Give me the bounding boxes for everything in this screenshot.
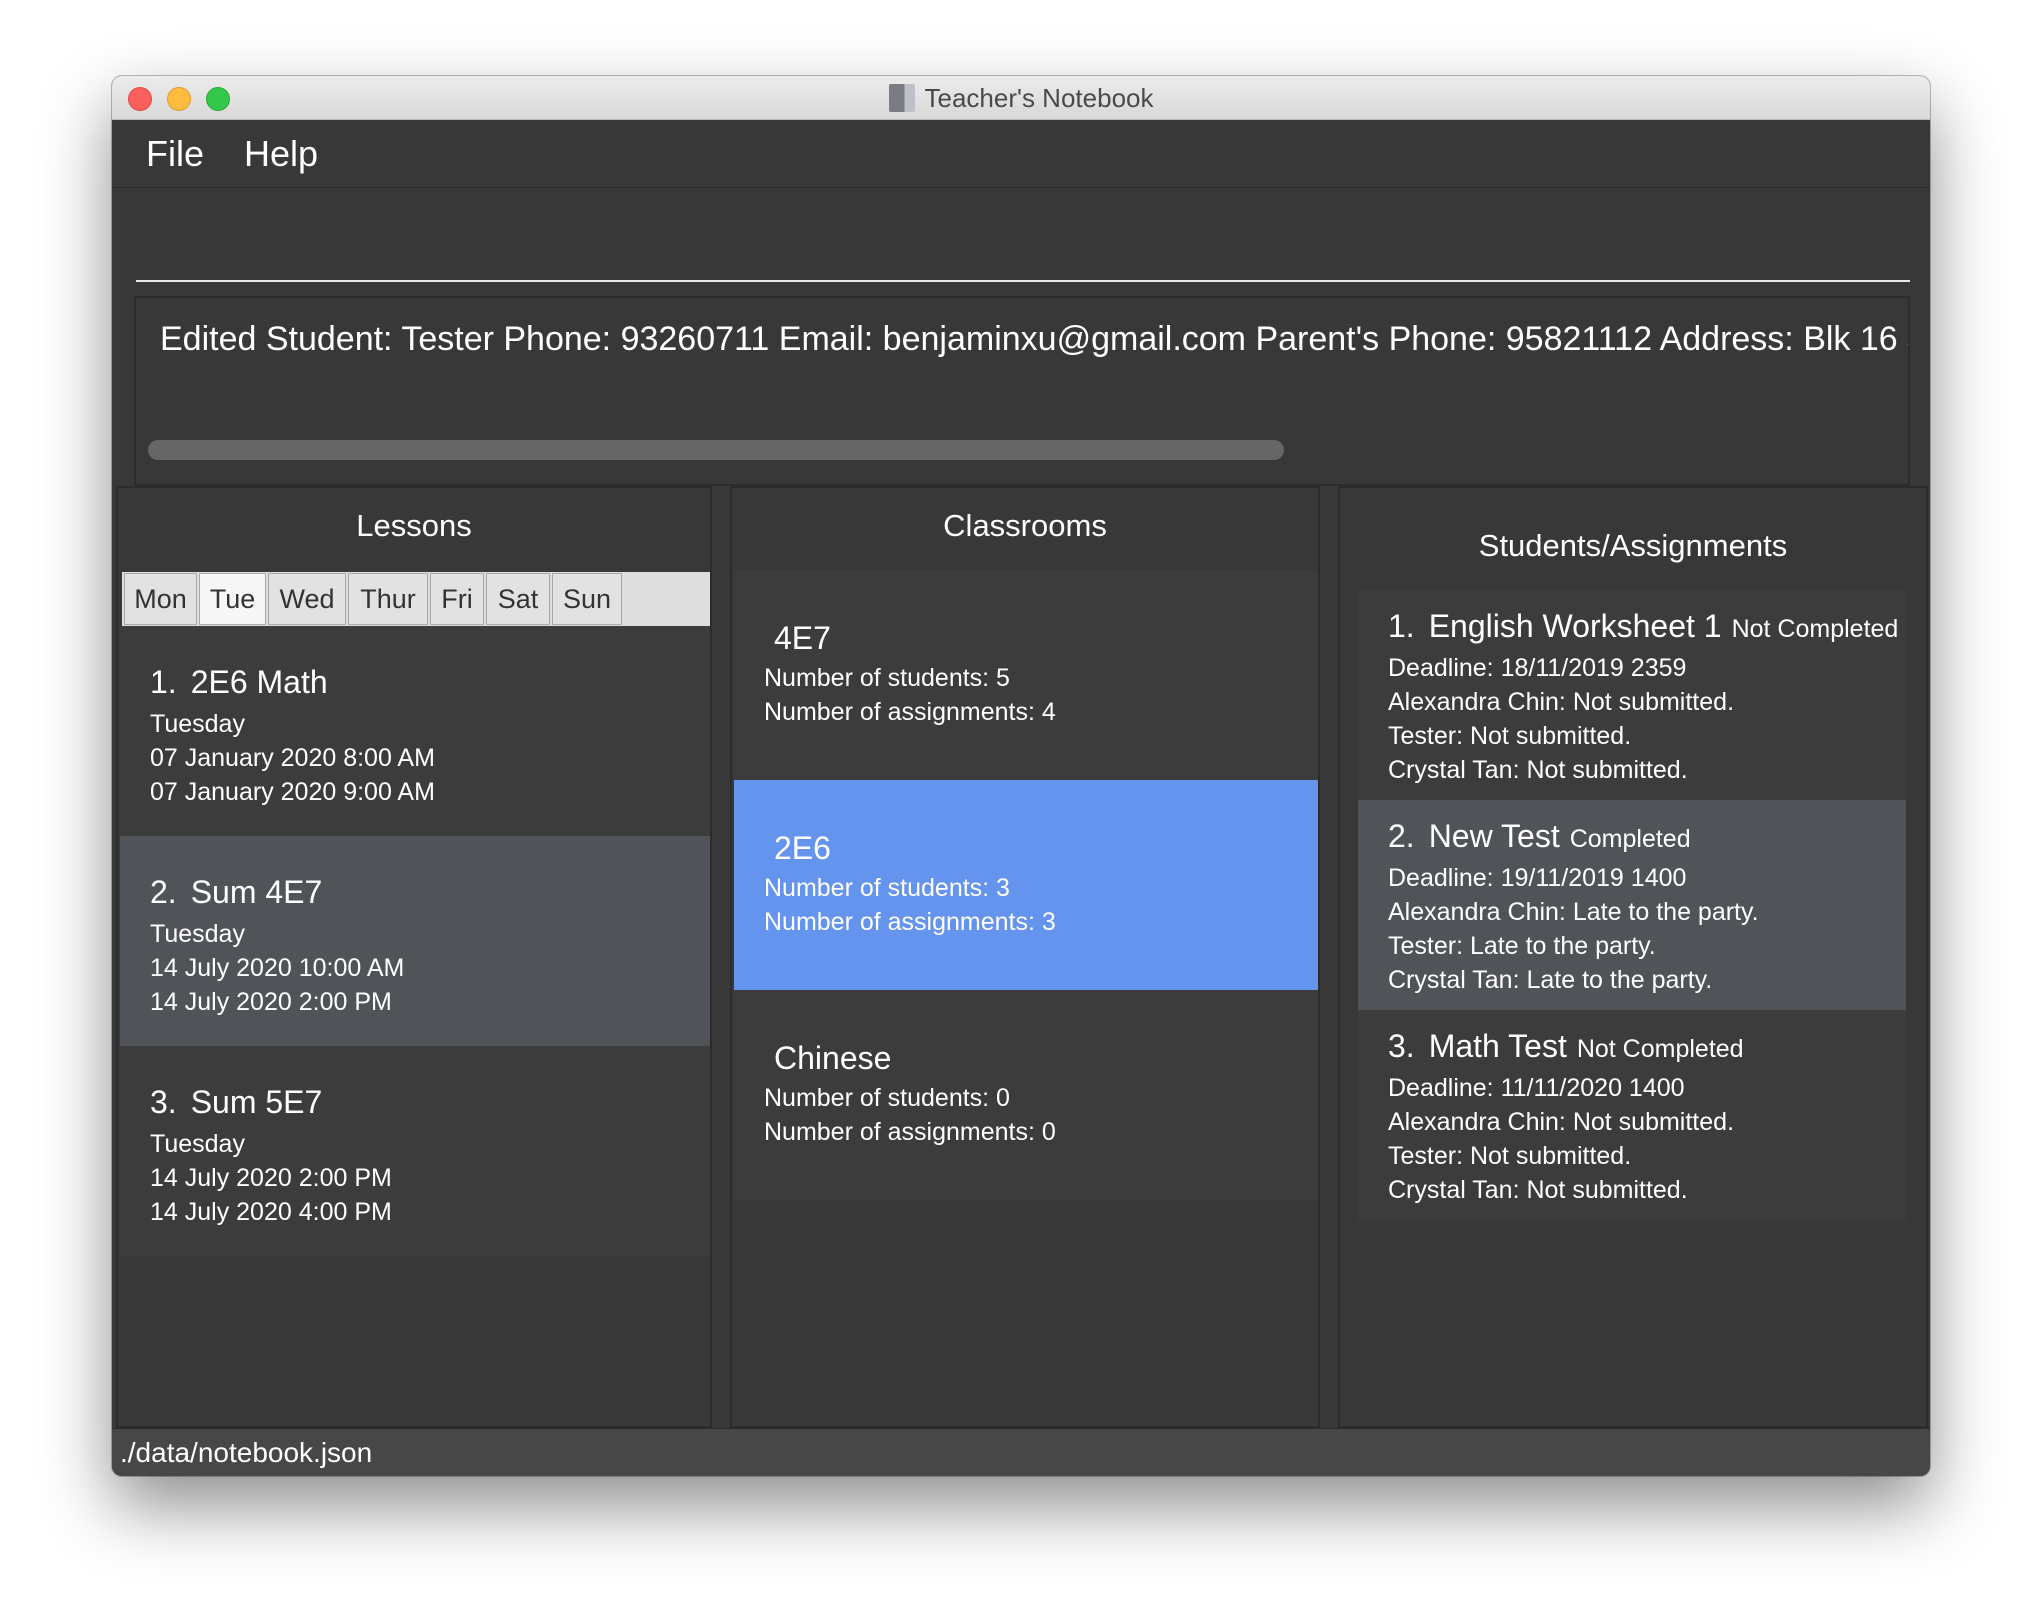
classroom-assignments: Number of assignments: 0 — [764, 1118, 1056, 1146]
assignment-card[interactable]: 3. Math Test Not Completed Deadline: 11/11… — [1358, 1010, 1906, 1220]
assignment-title: 1. English Worksheet 1 Not Completed — [1388, 608, 1898, 645]
assignment-deadline: Deadline: 11/11/2020 1400 — [1388, 1074, 1685, 1102]
classroom-card[interactable]: Chinese Number of students: 0 Number of … — [734, 990, 1318, 1200]
assignment-name: Math Test — [1428, 1028, 1567, 1064]
tab-wed[interactable]: Wed — [268, 573, 346, 625]
assignment-name: New Test — [1428, 818, 1560, 854]
lesson-name: Sum 5E7 — [190, 1084, 323, 1120]
assignment-title: 2. New Test Completed — [1388, 818, 1876, 855]
lesson-index: 3. — [150, 1084, 177, 1120]
lesson-name: Sum 4E7 — [190, 874, 323, 910]
menu-bar: File Help — [112, 120, 1930, 188]
lesson-title: 2. Sum 4E7 — [150, 874, 680, 911]
lesson-card[interactable]: 2. Sum 4E7 Tuesday 14 July 2020 10:00 AM … — [120, 836, 710, 1046]
menu-help[interactable]: Help — [244, 133, 318, 175]
submission-line: Tester: Not submitted. — [1388, 722, 1632, 750]
lesson-day: Tuesday — [150, 710, 245, 738]
submission-line: Tester: Late to the party. — [1388, 932, 1656, 960]
command-input[interactable] — [136, 196, 1910, 286]
lesson-index: 2. — [150, 874, 177, 910]
menu-file[interactable]: File — [146, 133, 204, 175]
lesson-day: Tuesday — [150, 920, 245, 948]
lessons-panel: Lessons Mon Tue Wed Thur Fri Sat Sun 1. 2… — [116, 486, 712, 1428]
submission-line: Alexandra Chin: Late to the party. — [1388, 898, 1759, 926]
tab-tue[interactable]: Tue — [199, 573, 266, 625]
tab-mon[interactable]: Mon — [124, 573, 197, 625]
classroom-name: Chinese — [774, 1040, 892, 1076]
classroom-assignments: Number of assignments: 4 — [764, 698, 1056, 726]
assignment-index: 1. — [1388, 608, 1415, 644]
data-file-path: ./data/notebook.json — [120, 1436, 373, 1468]
result-message: Edited Student: Tester Phone: 93260711 E… — [160, 320, 1910, 358]
notebook-app-icon — [888, 84, 915, 112]
assignment-status: Not Completed — [1576, 1035, 1744, 1063]
submission-line: Alexandra Chin: Not submitted. — [1388, 1108, 1735, 1136]
app-window: Teacher's Notebook File Help Edited Stud… — [112, 76, 1930, 1476]
command-input-underline — [136, 280, 1910, 282]
classrooms-panel: Classrooms 4E7 Number of students: 5 Num… — [730, 486, 1320, 1428]
assignment-status: Completed — [1569, 825, 1691, 853]
lesson-start: 07 January 2020 8:00 AM — [150, 744, 435, 772]
lesson-card[interactable]: 3. Sum 5E7 Tuesday 14 July 2020 2:00 PM 1… — [120, 1046, 710, 1256]
status-bar: ./data/notebook.json — [112, 1428, 1930, 1476]
students-assignments-title: Students/Assignments — [1478, 528, 1788, 563]
students-assignments-panel: Students/Assignments 1. English Worksheet… — [1338, 486, 1928, 1428]
classroom-name: 2E6 — [774, 830, 831, 866]
assignment-name: English Worksheet 1 — [1428, 608, 1722, 644]
classrooms-title: Classrooms — [943, 508, 1107, 543]
classroom-card-selected[interactable]: 2E6 Number of students: 3 Number of assi… — [734, 780, 1318, 990]
assignment-card[interactable]: 2. New Test Completed Deadline: 19/11/2019… — [1358, 800, 1906, 1010]
assignment-status: Not Completed — [1731, 615, 1899, 643]
tab-sat[interactable]: Sat — [486, 573, 550, 625]
submission-line: Crystal Tan: Late to the party. — [1388, 966, 1713, 994]
day-tabs: Mon Tue Wed Thur Fri Sat Sun — [122, 572, 710, 626]
lesson-index: 1. — [150, 664, 177, 700]
lesson-end: 14 July 2020 4:00 PM — [150, 1198, 392, 1226]
assignment-index: 2. — [1388, 818, 1415, 854]
classroom-assignments: Number of assignments: 3 — [764, 908, 1056, 936]
submission-line: Crystal Tan: Not submitted. — [1388, 756, 1688, 784]
assignment-title: 3. Math Test Not Completed — [1388, 1028, 1876, 1065]
tab-thur[interactable]: Thur — [348, 573, 428, 625]
assignment-index: 3. — [1388, 1028, 1415, 1064]
classroom-students: Number of students: 5 — [764, 664, 1010, 692]
window-title: Teacher's Notebook — [924, 82, 1154, 113]
lesson-card[interactable]: 1. 2E6 Math Tuesday 07 January 2020 8:00 … — [120, 626, 710, 836]
lesson-start: 14 July 2020 10:00 AM — [150, 954, 405, 982]
submission-line: Tester: Not submitted. — [1388, 1142, 1632, 1170]
lesson-day: Tuesday — [150, 1130, 245, 1158]
assignment-deadline: Deadline: 18/11/2019 2359 — [1388, 654, 1687, 682]
classroom-students: Number of students: 3 — [764, 874, 1010, 902]
tab-fri[interactable]: Fri — [430, 573, 484, 625]
lesson-end: 14 July 2020 2:00 PM — [150, 988, 392, 1016]
lesson-name: 2E6 Math — [190, 664, 328, 700]
title-group: Teacher's Notebook — [112, 76, 1930, 120]
lesson-end: 07 January 2020 9:00 AM — [150, 778, 435, 806]
classroom-card[interactable]: 4E7 Number of students: 5 Number of assi… — [734, 570, 1318, 780]
title-bar: Teacher's Notebook — [112, 76, 1930, 120]
result-horizontal-scrollbar[interactable] — [148, 440, 1284, 460]
lessons-title: Lessons — [356, 508, 472, 543]
assignment-deadline: Deadline: 19/11/2019 1400 — [1388, 864, 1687, 892]
result-display: Edited Student: Tester Phone: 93260711 E… — [134, 296, 1910, 486]
classroom-name: 4E7 — [774, 620, 831, 656]
lesson-start: 14 July 2020 2:00 PM — [150, 1164, 392, 1192]
classroom-students: Number of students: 0 — [764, 1084, 1010, 1112]
submission-line: Alexandra Chin: Not submitted. — [1388, 688, 1735, 716]
tab-sun[interactable]: Sun — [552, 573, 622, 625]
assignment-card[interactable]: 1. English Worksheet 1 Not Completed Deadl… — [1358, 590, 1906, 800]
submission-line: Crystal Tan: Not submitted. — [1388, 1176, 1688, 1204]
lesson-title: 1. 2E6 Math — [150, 664, 680, 701]
lesson-title: 3. Sum 5E7 — [150, 1084, 680, 1121]
